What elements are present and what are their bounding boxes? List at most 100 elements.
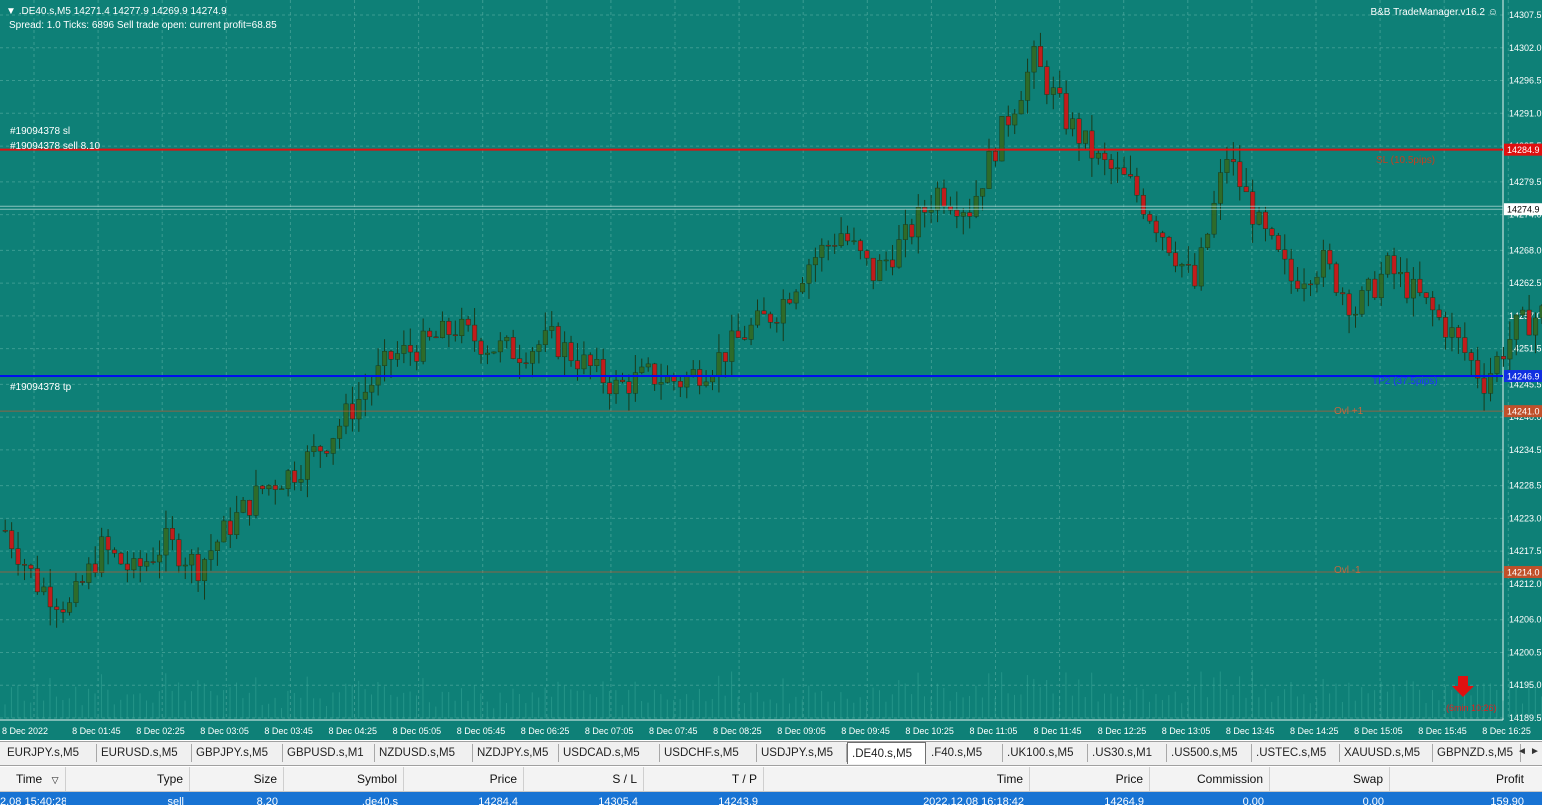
bear-candle (864, 250, 870, 259)
bull-candle (369, 384, 375, 393)
ovl-plus1-line-tag-text: 14241.0 (1507, 407, 1540, 417)
price-tick-label: 14217.5 (1509, 546, 1542, 556)
tab-usdchf-s-m5[interactable]: USDCHF.s,M5 (660, 744, 757, 762)
price-tick-label: 14228.5 (1509, 481, 1542, 491)
tab-scroll-left-icon[interactable]: ◄ (1517, 746, 1527, 757)
bear-candle (195, 553, 201, 582)
tab-scroll-right-icon[interactable]: ► (1530, 746, 1540, 757)
tab-gbpjpy-s-m5[interactable]: GBPJPY.s,M5 (192, 744, 283, 762)
bear-candle (1481, 377, 1487, 394)
bull-candle (485, 352, 490, 355)
bull-candle (896, 239, 902, 268)
col-close-price[interactable]: Price (1030, 767, 1150, 791)
sell-arrow-icon (1452, 676, 1474, 697)
tab-us30-s-m1[interactable]: .US30.s,M1 (1088, 744, 1167, 762)
bear-candle (870, 257, 876, 281)
tab-nzdjpy-s-m5[interactable]: NZDJPY.s,M5 (473, 744, 559, 762)
bear-candle (1250, 191, 1256, 225)
bull-candle (337, 425, 343, 439)
price-tick-label: 14251.5 (1509, 344, 1542, 354)
bull-candle (208, 550, 214, 560)
time-tick-label: 8 Dec 12:25 (1098, 726, 1147, 736)
bear-candle (677, 381, 683, 388)
table-row[interactable]: 2.08 15:40:28 sell 8.20 .de40.s 14284.4 … (0, 792, 1542, 805)
tab-ustec-s-m5[interactable]: .USTEC.s,M5 (1252, 744, 1340, 762)
col-size[interactable]: Size (190, 767, 284, 791)
col-symbol[interactable]: Symbol (284, 767, 404, 791)
time-tick-label: 8 Dec 11:05 (970, 726, 1018, 736)
bull-candle (883, 259, 889, 262)
tab-usdjpy-s-m5[interactable]: USDJPY.s,M5 (757, 744, 847, 762)
bull-candle (999, 116, 1005, 162)
bull-candle (214, 541, 220, 551)
bear-candle (1089, 130, 1095, 159)
col-type[interactable]: Type (66, 767, 190, 791)
sl-pips-text: SL (10.5pips) (1376, 155, 1436, 166)
col-close-time[interactable]: Time (764, 767, 1030, 791)
bear-candle (1430, 297, 1436, 311)
bull-candle (658, 382, 664, 385)
bear-candle (1037, 46, 1043, 67)
cell-tp: 14243.9 (718, 796, 758, 805)
bear-candle (118, 552, 124, 565)
tab-gbpnzd-s-m5[interactable]: GBPNZD.s,M5 (1433, 744, 1521, 762)
tab-nzdusd-s-m5[interactable]: NZDUSD.s,M5 (375, 744, 473, 762)
bull-candle (1095, 152, 1101, 159)
chart-menu-triangle-icon[interactable]: ▼ (6, 6, 16, 17)
bull-candle (67, 602, 73, 613)
tab-f40-s-m5[interactable]: .F40.s,M5 (927, 744, 1003, 762)
tab-uk100-s-m5[interactable]: .UK100.s,M5 (1003, 744, 1088, 762)
bull-candle (1320, 250, 1326, 278)
col-swap[interactable]: Swap (1270, 767, 1390, 791)
bear-candle (1333, 263, 1339, 293)
col-tp[interactable]: T / P (644, 767, 764, 791)
bull-candle (1205, 233, 1211, 248)
bear-candle (620, 379, 626, 382)
trade-table-header: Time ▽ Type Size Symbol Price S / L T / … (0, 767, 1542, 792)
bull-candle (542, 330, 548, 345)
bull-candle (1031, 46, 1037, 73)
bull-candle (1256, 211, 1262, 225)
cell-profit: 159.90 (1490, 796, 1524, 805)
bull-candle (420, 330, 426, 362)
tab-eurjpy-s-m5[interactable]: EURJPY.s,M5 (3, 744, 97, 762)
bear-candle (259, 485, 265, 490)
col-sl[interactable]: S / L (524, 767, 644, 791)
bear-candle (1282, 249, 1288, 260)
tab-eurusd-s-m5[interactable]: EURUSD.s,M5 (97, 744, 192, 762)
price-chart[interactable]: 14307.514302.014296.514291.014285.514279… (0, 0, 1542, 740)
bull-candle (99, 536, 105, 573)
bear-candle (465, 318, 471, 326)
bull-candle (690, 369, 696, 377)
bull-candle (716, 352, 722, 377)
bear-candle (137, 558, 143, 567)
col-time[interactable]: Time ▽ (0, 767, 66, 791)
col-price[interactable]: Price (404, 767, 524, 791)
bull-candle (343, 403, 349, 427)
bear-candle (478, 340, 484, 355)
trade-manager-label: B&B TradeManager.v16.2 ☺ (1370, 7, 1498, 18)
bear-candle (1455, 327, 1461, 338)
bear-candle (722, 352, 728, 362)
tab-de40-s-m5[interactable]: .DE40.s,M5 (847, 742, 926, 764)
bull-candle (1198, 247, 1204, 287)
bear-candle (1468, 352, 1474, 361)
tab-xauusd-s-m5[interactable]: XAUUSD.s,M5 (1340, 744, 1433, 762)
bear-candle (1153, 220, 1159, 234)
bull-candle (73, 581, 79, 603)
bull-candle (382, 351, 388, 366)
time-tick-label: 8 Dec 07:05 (585, 726, 634, 736)
tab-usdcad-s-m5[interactable]: USDCAD.s,M5 (559, 744, 660, 762)
time-tick-label: 8 Dec 14:25 (1290, 726, 1339, 736)
col-profit[interactable]: Profit (1390, 767, 1530, 791)
bear-candle (1436, 309, 1442, 318)
tab-gbpusd-s-m1[interactable]: GBPUSD.s,M1 (283, 744, 375, 762)
bull-candle (639, 366, 645, 373)
bear-candle (1243, 186, 1249, 193)
col-commission[interactable]: Commission (1150, 767, 1270, 791)
bull-candle (86, 563, 92, 583)
bear-candle (600, 359, 606, 383)
tab-us500-s-m5[interactable]: .US500.s,M5 (1167, 744, 1252, 762)
candlestick-chart[interactable]: 14307.514302.014296.514291.014285.514279… (0, 0, 1542, 740)
bear-candle (626, 381, 632, 394)
